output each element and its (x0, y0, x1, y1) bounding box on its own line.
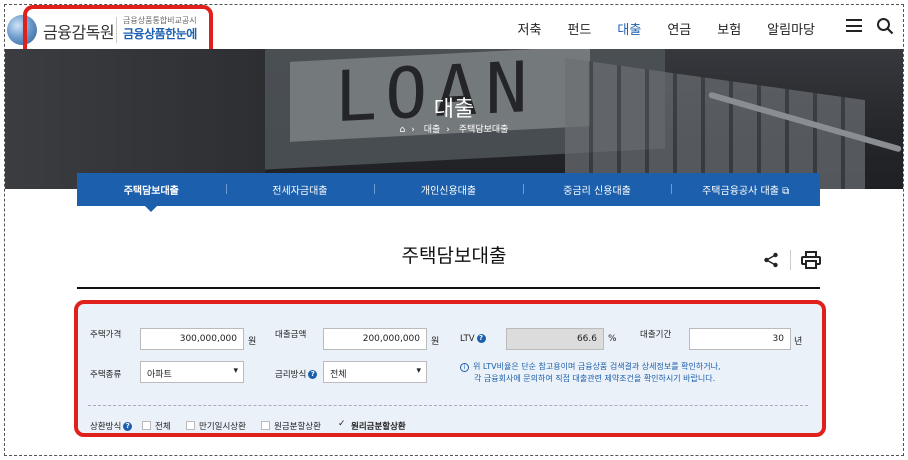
loan-amount-input[interactable]: 200,000,000 (323, 328, 427, 350)
rate-type-help-icon[interactable]: ? (308, 370, 318, 379)
external-link-icon: ⧉ (782, 186, 790, 197)
nav-item-savings[interactable]: 저축 (518, 19, 542, 38)
rate-type-label: 금리방식? (275, 368, 318, 380)
main-nav: 저축 펀드 대출 연금 보험 알림마당 (492, 19, 815, 38)
rate-type-select[interactable]: 전체 (323, 361, 427, 383)
repayment-option-bullet[interactable]: 만기일시상환 (186, 420, 246, 432)
print-icon[interactable] (801, 251, 821, 269)
checkbox[interactable] (142, 421, 151, 430)
repayment-option-equal-installment[interactable]: 원리금분할상환 (338, 419, 406, 432)
loan-search-form: 주택가격 300,000,000 원 대출금액 200,000,000 원 LT… (74, 300, 826, 437)
tab-mortgage-loan[interactable]: 주택담보대출 (77, 182, 226, 197)
nav-item-loans[interactable]: 대출 (617, 19, 641, 38)
house-price-unit: 원 (248, 337, 257, 347)
checkbox-checked[interactable] (338, 419, 347, 430)
loan-amount-label: 대출금액 (275, 330, 307, 340)
loan-period-label: 대출기간 (640, 330, 672, 340)
tool-divider (790, 250, 791, 270)
loan-period-unit: 년 (794, 337, 803, 347)
ltv-notice: i위 LTV비율은 단순 참고용이며 금융상품 검색결과 상세정보를 확인하거나… (460, 361, 721, 385)
hamburger-menu-icon[interactable] (846, 19, 862, 32)
nav-item-insurance[interactable]: 보험 (717, 19, 741, 38)
house-price-input[interactable]: 300,000,000 (140, 328, 244, 350)
checkbox[interactable] (261, 421, 270, 430)
ltv-label: LTV? (460, 334, 486, 344)
house-type-select[interactable]: 아파트 (140, 361, 244, 383)
loan-amount-unit: 원 (431, 337, 440, 347)
tab-mid-rate-credit-loan[interactable]: 중금리 신용대출 (522, 182, 672, 197)
title-divider (77, 287, 820, 289)
breadcrumb-item-loans[interactable]: 대출 (424, 125, 441, 135)
info-icon: i (460, 363, 469, 372)
nav-item-pension[interactable]: 연금 (667, 19, 691, 38)
breadcrumb: ⌂ › 대출 › 주택담보대출 (399, 125, 509, 135)
tab-personal-credit-loan[interactable]: 개인신용대출 (374, 182, 523, 197)
repayment-option-principal[interactable]: 원금분할상환 (261, 420, 321, 432)
house-type-label: 주택종류 (90, 370, 122, 380)
ltv-help-icon[interactable]: ? (476, 334, 486, 343)
house-price-label: 주택가격 (90, 330, 122, 340)
home-icon[interactable]: ⌂ (400, 125, 406, 135)
repayment-label: 상환방식? (90, 420, 133, 432)
nav-item-notice[interactable]: 알림마당 (767, 19, 815, 38)
search-icon[interactable] (876, 17, 894, 35)
checkbox[interactable] (186, 421, 195, 430)
ltv-value: 66.6 (506, 328, 604, 350)
nav-item-funds[interactable]: 펀드 (567, 19, 591, 38)
share-icon[interactable] (763, 252, 779, 268)
repayment-option-all[interactable]: 전체 (142, 420, 171, 432)
loan-type-tabs: 주택담보대출 전세자금대출 개인신용대출 중금리 신용대출 주택금융공사 대출 … (77, 173, 820, 206)
form-divider (88, 405, 808, 406)
hero-title: 대출 (433, 97, 475, 122)
tab-jeonse-loan[interactable]: 전세자금대출 (225, 182, 375, 197)
loan-period-input[interactable]: 30 (689, 328, 791, 350)
repayment-help-icon[interactable]: ? (123, 422, 133, 431)
hero-banner: LOAN 대출 ⌂ › 대출 › 주택담보대출 (5, 49, 903, 189)
ltv-unit: % (608, 334, 617, 344)
tab-hf-loan[interactable]: 주택금융공사 대출 ⧉ (671, 182, 820, 197)
breadcrumb-item-current[interactable]: 주택담보대출 (459, 125, 509, 135)
active-tab-pointer (145, 206, 157, 212)
